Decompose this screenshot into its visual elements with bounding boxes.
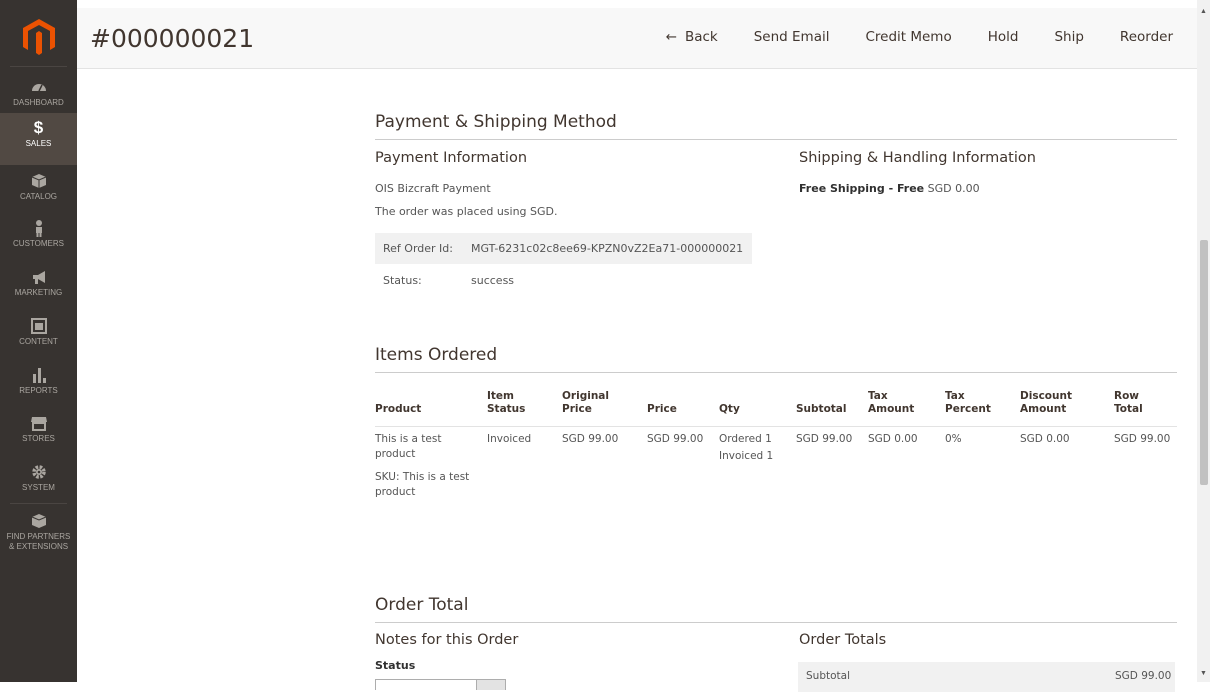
ref-order-row: Ref Order Id: MGT-6231c02c8ee69-KPZN0vZ2… — [375, 233, 752, 264]
storefront-icon — [30, 417, 47, 431]
col-header-original-price: Original Price — [562, 390, 609, 415]
col-header-price: Price — [647, 403, 677, 415]
sidebar-item-reports[interactable]: Reports — [0, 366, 77, 396]
send-email-button[interactable]: Send Email — [754, 29, 830, 45]
back-button[interactable]: ← Back — [666, 29, 718, 45]
col-header-subtotal: Subtotal — [796, 403, 847, 415]
magento-logo-icon[interactable] — [22, 18, 56, 56]
page-title: #000000021 — [90, 24, 255, 53]
bar-chart-icon — [32, 368, 46, 383]
sidebar-item-label: Stores — [22, 434, 55, 443]
sidebar-item-system[interactable]: System — [0, 463, 77, 493]
scroll-down-arrow-icon[interactable]: ▼ — [1200, 670, 1207, 677]
original-price: SGD 99.00 — [562, 433, 619, 445]
row-total: SGD 99.00 — [1114, 433, 1171, 445]
page-scrollbar[interactable]: ▲ ▼ — [1197, 0, 1210, 682]
tax-amount: SGD 0.00 — [868, 433, 918, 445]
sidebar-item-label: Sales — [25, 139, 52, 148]
col-header-row-total: Row Total — [1114, 390, 1143, 415]
customer-person-icon — [35, 220, 42, 237]
discount-amount: SGD 0.00 — [1020, 433, 1070, 445]
back-label: Back — [684, 29, 718, 45]
item-status: Invoiced — [487, 433, 532, 445]
sidebar-item-label: System — [22, 483, 55, 492]
sidebar-divider — [10, 66, 67, 67]
sidebar-item-label: Reports — [19, 386, 58, 395]
hold-button[interactable]: Hold — [988, 29, 1019, 45]
shipping-method: Free Shipping - Free — [799, 182, 925, 195]
content-layout-icon — [30, 318, 47, 334]
col-header-qty: Qty — [719, 403, 740, 415]
notes-status-dropdown-button[interactable] — [476, 679, 506, 690]
col-header-tax-amount: Tax Amount — [868, 390, 915, 415]
table-header-divider — [375, 426, 1177, 427]
page-header: #000000021 ← Back Send Email Credit Memo … — [77, 8, 1197, 69]
ref-order-value: MGT-6231c02c8ee69-KPZN0vZ2Ea71-000000021 — [471, 242, 744, 255]
col-header-tax-percent: Tax Percent — [945, 390, 991, 415]
ship-button[interactable]: Ship — [1054, 29, 1083, 45]
product-sku: SKU: This is a test product — [375, 471, 470, 498]
shipping-price: SGD 0.00 — [927, 182, 980, 195]
scrollbar-thumb[interactable] — [1200, 240, 1208, 485]
subtotal: SGD 99.00 — [796, 433, 853, 445]
ref-order-label: Ref Order Id: — [383, 242, 453, 255]
price: SGD 99.00 — [647, 433, 704, 445]
col-header-discount-amount: Discount Amount — [1020, 390, 1072, 415]
page-actions: ← Back Send Email Credit Memo Hold Ship R… — [630, 29, 1173, 45]
col-header-product: Product — [375, 403, 422, 415]
catalog-box-icon — [31, 174, 46, 188]
shipping-method-line: Free Shipping - Free SGD 0.00 — [799, 182, 980, 195]
dashboard-icon — [31, 84, 46, 92]
sidebar-item-label: Catalog — [19, 192, 58, 201]
order-total-section-title: Order Total — [375, 595, 1177, 623]
sidebar-item-find-partners[interactable]: Find Partners & Extensions — [0, 512, 77, 552]
sidebar-item-label: Marketing — [14, 288, 63, 297]
order-totals-title: Order Totals — [799, 632, 887, 648]
currency-note: The order was placed using SGD. — [375, 205, 558, 218]
sidebar-item-dashboard[interactable]: Dashboard — [0, 78, 77, 108]
payment-status-value: success — [471, 274, 515, 287]
payment-method: OIS Bizcraft Payment — [375, 182, 491, 195]
sidebar-item-label: Content — [19, 337, 58, 346]
dollar-icon: $ — [33, 118, 44, 137]
admin-sidebar: Dashboard $ Sales Catalog Customers Mark… — [0, 0, 77, 682]
partners-box-icon — [31, 514, 46, 528]
sidebar-item-content[interactable]: Content — [0, 317, 77, 347]
notes-title: Notes for this Order — [375, 632, 519, 648]
payment-information-title: Payment Information — [375, 150, 528, 166]
payment-shipping-section-title: Payment & Shipping Method — [375, 112, 1177, 140]
sidebar-item-label-line2: & Extensions — [8, 542, 69, 551]
sidebar-item-catalog[interactable]: Catalog — [0, 172, 77, 202]
reorder-button[interactable]: Reorder — [1120, 29, 1173, 45]
payment-status-label: Status: — [383, 274, 422, 287]
qty: Ordered 1 Invoiced 1 — [719, 433, 774, 462]
sidebar-item-label: Customers — [13, 239, 64, 248]
sidebar-item-stores[interactable]: Stores — [0, 414, 77, 444]
sidebar-item-label-line1: Find Partners — [6, 532, 71, 541]
sidebar-divider — [10, 503, 67, 504]
scroll-up-arrow-icon[interactable]: ▲ — [1200, 8, 1207, 15]
megaphone-icon — [32, 271, 45, 284]
items-ordered-section-title: Items Ordered — [375, 345, 1177, 373]
tax-percent: 0% — [945, 433, 962, 445]
product-name: This is a test product — [375, 433, 442, 460]
sidebar-item-marketing[interactable]: Marketing — [0, 268, 77, 298]
sidebar-item-customers[interactable]: Customers — [0, 219, 77, 249]
sidebar-item-sales[interactable]: $ Sales — [0, 113, 77, 165]
sidebar-item-label: Dashboard — [13, 98, 64, 107]
gear-icon — [31, 465, 46, 479]
col-header-item-status: Item Status — [487, 390, 526, 415]
shipping-handling-title: Shipping & Handling Information — [799, 150, 1036, 166]
notes-status-label: Status — [375, 659, 416, 672]
totals-subtotal-row: Subtotal SGD 99.00 — [798, 662, 1175, 692]
arrow-left-icon: ← — [665, 29, 677, 45]
credit-memo-button[interactable]: Credit Memo — [865, 29, 951, 45]
